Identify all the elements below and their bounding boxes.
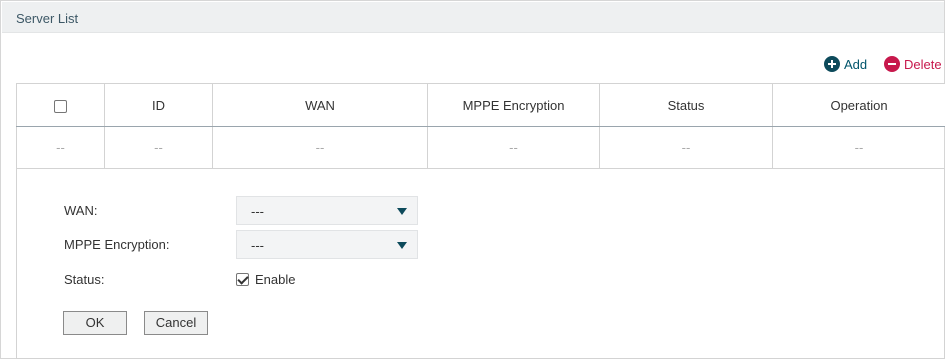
add-button[interactable]: Add — [824, 55, 867, 73]
wan-label: WAN: — [64, 203, 98, 218]
server-table: ID WAN MPPE Encryption Status Operation … — [16, 83, 945, 169]
table-cell: -- — [104, 126, 213, 169]
add-label: Add — [844, 56, 868, 72]
table-cell: -- — [599, 126, 773, 169]
select-all-cell — [16, 83, 105, 127]
table-cell: -- — [212, 126, 428, 169]
plus-circle-icon — [824, 56, 840, 72]
mppe-encryption-select[interactable]: --- — [236, 230, 418, 259]
header-operation[interactable]: Operation — [772, 83, 945, 127]
minus-circle-icon — [884, 56, 900, 72]
table-cell: -- — [16, 126, 105, 169]
delete-label: Delete — [904, 56, 942, 72]
header-mppe-encryption[interactable]: MPPE Encryption — [427, 83, 600, 127]
caret-down-icon — [397, 208, 407, 215]
header-id[interactable]: ID — [104, 83, 213, 127]
status-label: Status: — [64, 272, 105, 287]
table-cell: -- — [427, 126, 600, 169]
ok-button[interactable]: OK — [63, 311, 127, 335]
select-all-checkbox[interactable] — [54, 99, 67, 113]
section-header: Server List — [2, 2, 944, 33]
caret-down-icon — [397, 242, 407, 249]
mppe-select-value: --- — [251, 238, 264, 253]
table-cell: -- — [772, 126, 945, 169]
header-status[interactable]: Status — [599, 83, 773, 127]
cancel-button[interactable]: Cancel — [144, 311, 208, 335]
table-header-row: ID WAN MPPE Encryption Status Operation — [16, 83, 945, 127]
table-row: -- -- -- -- -- -- — [16, 126, 945, 169]
enable-label: Enable — [255, 272, 296, 287]
wan-select[interactable]: --- — [236, 196, 418, 225]
delete-button[interactable]: Delete — [884, 55, 942, 73]
enable-toggle[interactable]: Enable — [236, 272, 295, 287]
section-title: Server List — [16, 11, 79, 26]
wan-select-value: --- — [251, 204, 264, 219]
header-wan[interactable]: WAN — [212, 83, 428, 127]
mppe-encryption-label: MPPE Encryption: — [64, 237, 170, 252]
enable-checkbox[interactable] — [236, 273, 249, 286]
